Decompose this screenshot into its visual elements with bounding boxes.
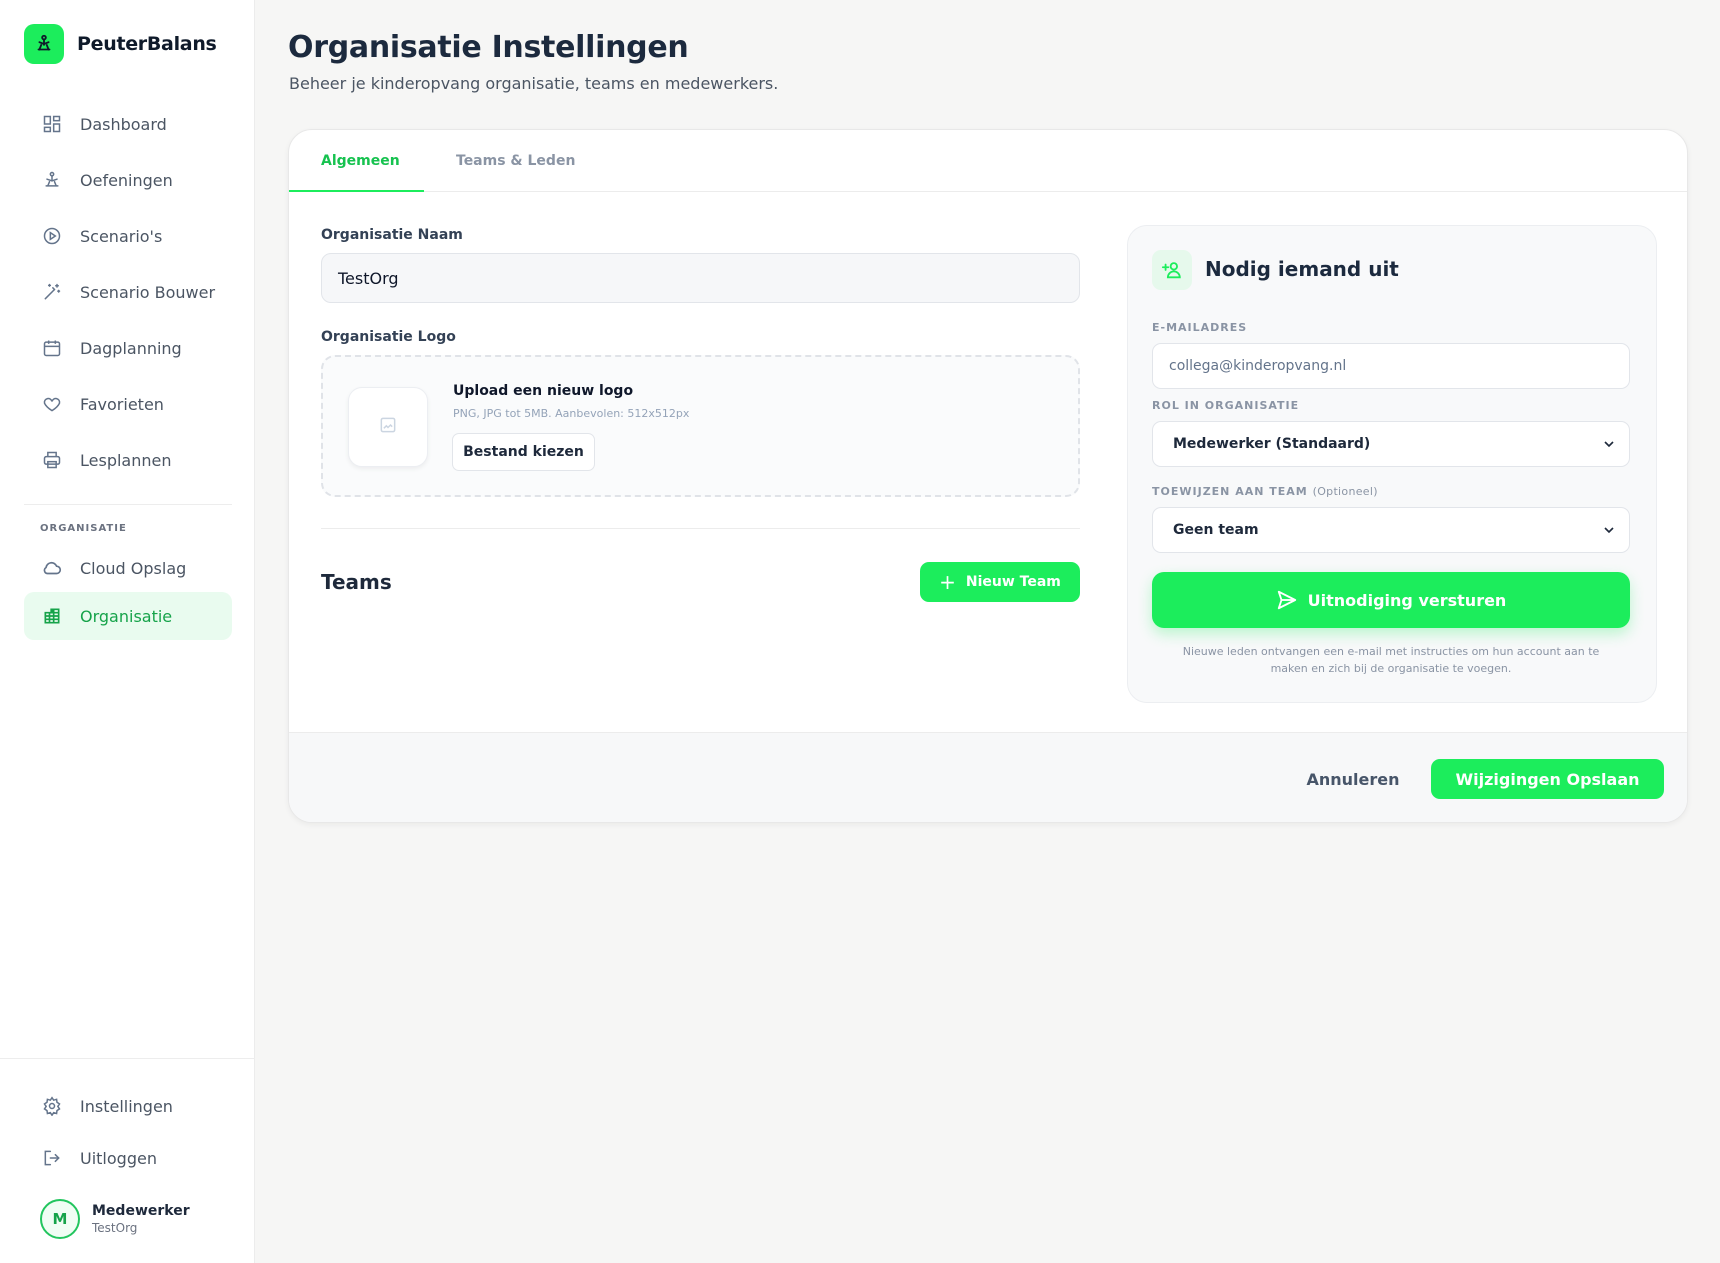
new-team-label: Nieuw Team	[965, 574, 1061, 590]
invite-panel: Nodig iemand uit E-MAILADRES collega@kin…	[1127, 225, 1657, 703]
magic-wand-icon	[40, 280, 64, 304]
org-name-input[interactable]: TestOrg	[321, 253, 1080, 303]
logo-upload-area[interactable]: Upload een nieuw logo PNG, JPG tot 5MB. …	[321, 355, 1080, 497]
nav-section-title: ORGANISATIE	[40, 523, 127, 534]
user-org: TestOrg	[92, 1221, 138, 1235]
nav-divider	[24, 504, 232, 505]
choose-file-button[interactable]: Bestand kiezen	[452, 433, 595, 471]
upload-title: Upload een nieuw logo	[453, 383, 634, 399]
invite-note: Nieuwe leden ontvangen een e-mail met in…	[1182, 645, 1600, 675]
sidebar-item-label: Dagplanning	[80, 338, 182, 358]
plus-icon: +	[939, 570, 956, 594]
upload-hint: PNG, JPG tot 5MB. Aanbevolen: 512x512px	[453, 407, 690, 420]
printer-icon	[40, 448, 64, 472]
team-label-text: TOEWIJZEN AAN TEAM	[1152, 485, 1308, 498]
sidebar-item-uitloggen[interactable]: Uitloggen	[24, 1134, 232, 1182]
email-label: E-MAILADRES	[1152, 321, 1248, 334]
new-team-button[interactable]: + Nieuw Team	[920, 562, 1080, 602]
sidebar: PeuterBalans Dashboard Oefeningen Scenar…	[0, 0, 255, 1263]
tab-teams-leden[interactable]: Teams & Leden	[456, 130, 575, 192]
add-user-icon	[1152, 250, 1192, 290]
email-field[interactable]: collega@kinderopvang.nl	[1152, 343, 1630, 389]
sidebar-item-instellingen[interactable]: Instellingen	[24, 1082, 232, 1130]
role-label: ROL IN ORGANISATIE	[1152, 399, 1300, 412]
send-invite-label: Uitnodiging versturen	[1307, 590, 1507, 610]
org-name-label: Organisatie Naam	[321, 227, 463, 243]
sidebar-item-oefeningen[interactable]: Oefeningen	[24, 156, 232, 204]
dashboard-icon	[40, 112, 64, 136]
sidebar-item-scenarios[interactable]: Scenario's	[24, 212, 232, 260]
sidebar-item-favorieten[interactable]: Favorieten	[24, 380, 232, 428]
send-invite-button[interactable]: Uitnodiging versturen	[1152, 572, 1630, 628]
sidebar-item-scenario-bouwer[interactable]: Scenario Bouwer	[24, 268, 232, 316]
sidebar-item-label: Favorieten	[80, 394, 164, 414]
chevron-down-icon	[1601, 436, 1617, 456]
team-label: TOEWIJZEN AAN TEAM (Optioneel)	[1152, 485, 1378, 498]
logo-preview	[348, 387, 428, 467]
org-nav: Cloud Opslag Organisatie	[24, 544, 232, 640]
team-select-value: Geen team	[1173, 522, 1259, 538]
page-subtitle: Beheer je kinderopvang organisatie, team…	[289, 74, 779, 93]
sidebar-item-label: Organisatie	[80, 606, 173, 626]
sidebar-item-cloud-opslag[interactable]: Cloud Opslag	[24, 544, 232, 592]
account-nav: Instellingen Uitloggen	[24, 1082, 232, 1186]
user-name: Medewerker	[92, 1203, 190, 1219]
avatar: M	[40, 1199, 80, 1239]
sidebar-item-dashboard[interactable]: Dashboard	[24, 100, 232, 148]
team-optional-text: (Optioneel)	[1312, 485, 1378, 498]
card-footer: Annuleren Wijzigingen Opslaan	[289, 732, 1687, 822]
calendar-icon	[40, 336, 64, 360]
sidebar-item-lesplannen[interactable]: Lesplannen	[24, 436, 232, 484]
org-logo-label: Organisatie Logo	[321, 329, 456, 345]
sidebar-item-organisatie[interactable]: Organisatie	[24, 592, 232, 640]
sidebar-item-dagplanning[interactable]: Dagplanning	[24, 324, 232, 372]
cloud-icon	[40, 556, 64, 580]
image-placeholder-icon	[378, 415, 398, 439]
cancel-button[interactable]: Annuleren	[1303, 759, 1403, 799]
sidebar-item-label: Dashboard	[80, 114, 167, 134]
sidebar-item-label: Cloud Opslag	[80, 558, 187, 578]
invite-title: Nodig iemand uit	[1205, 257, 1399, 281]
send-icon	[1277, 590, 1296, 610]
teams-heading: Teams	[321, 570, 392, 594]
heart-icon	[40, 392, 64, 416]
team-select[interactable]: Geen team	[1152, 507, 1630, 553]
sidebar-item-label: Scenario's	[80, 226, 163, 246]
chevron-down-icon	[1601, 522, 1617, 542]
page-title: Organisatie Instellingen	[288, 30, 689, 65]
footer-divider	[0, 1058, 255, 1059]
building-icon	[40, 604, 64, 628]
section-divider	[321, 528, 1080, 529]
role-select-value: Medewerker (Standaard)	[1173, 436, 1371, 452]
sidebar-item-label: Scenario Bouwer	[80, 282, 216, 302]
sidebar-item-label: Uitloggen	[80, 1148, 157, 1168]
role-select[interactable]: Medewerker (Standaard)	[1152, 421, 1630, 467]
brand-logo-icon	[24, 24, 64, 64]
brand[interactable]: PeuterBalans	[24, 24, 217, 64]
play-circle-icon	[40, 224, 64, 248]
tab-algemeen[interactable]: Algemeen	[321, 130, 400, 192]
brand-name: PeuterBalans	[77, 33, 217, 55]
settings-card: Algemeen Teams & Leden Organisatie Naam …	[288, 129, 1688, 823]
active-tab-indicator	[289, 190, 424, 192]
logout-icon	[40, 1146, 64, 1170]
main-nav: Dashboard Oefeningen Scenario's Scenario…	[24, 100, 232, 492]
tab-bar: Algemeen Teams & Leden	[289, 130, 1687, 192]
gear-icon	[40, 1094, 64, 1118]
user-profile[interactable]: M Medewerker TestOrg	[40, 1199, 190, 1239]
sidebar-item-label: Lesplannen	[80, 450, 172, 470]
sidebar-item-label: Instellingen	[80, 1096, 173, 1116]
save-button[interactable]: Wijzigingen Opslaan	[1431, 759, 1664, 799]
sidebar-item-label: Oefeningen	[80, 170, 173, 190]
yoga-icon	[40, 168, 64, 192]
